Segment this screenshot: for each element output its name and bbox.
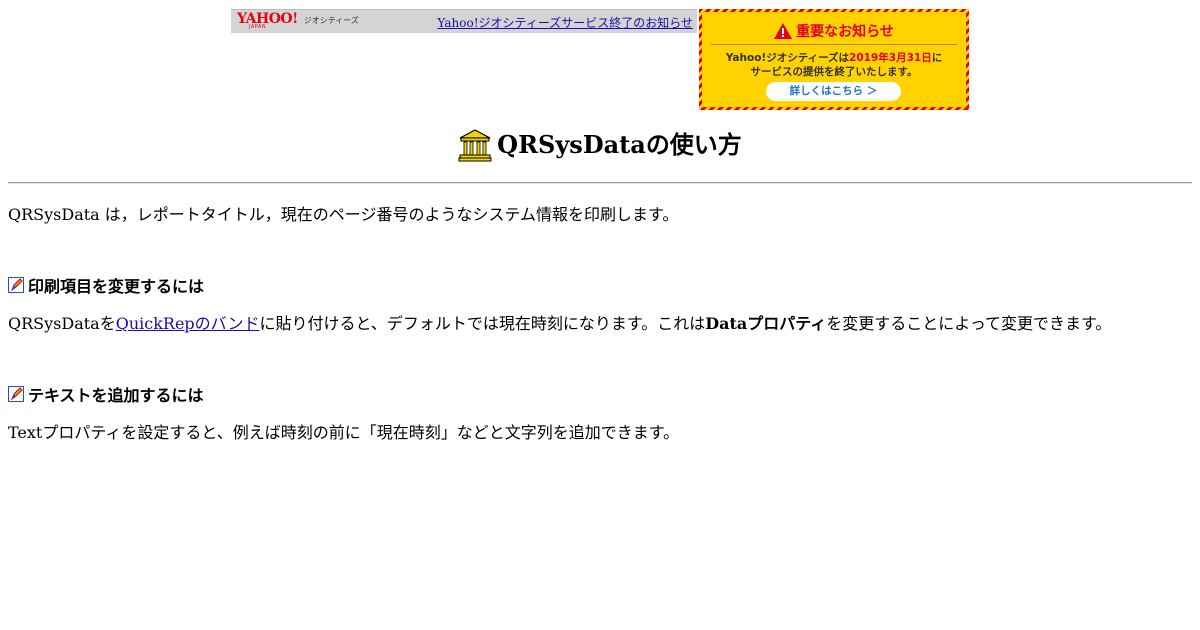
pen-icon xyxy=(8,386,24,402)
page-title-text: QRSysDataの使い方 xyxy=(497,130,742,159)
yahoo-logo-text: YAHOO! xyxy=(237,11,298,27)
notice-line1-prefix: Yahoo!ジオシティーズは xyxy=(725,52,850,64)
title-divider xyxy=(8,182,1192,184)
notice-line1-suffix: に xyxy=(931,52,943,64)
pen-icon xyxy=(8,277,24,293)
geocities-service-name: ジオシティーズ xyxy=(303,16,359,25)
service-end-notice-link[interactable]: Yahoo!ジオシティーズサービス終了のお知らせ xyxy=(437,14,693,31)
building-icon xyxy=(458,129,492,162)
details-button[interactable]: 詳しくはこちら ＞ xyxy=(766,82,901,101)
section-heading-text: 印刷項目を変更するには xyxy=(28,277,205,296)
notice-title: 重要なお知らせ xyxy=(702,21,966,41)
notice-line-1: Yahoo!ジオシティーズは2019年3月31日に xyxy=(702,51,966,65)
section-heading-text: テキストを追加するには xyxy=(28,386,204,405)
data-property-label: Dataプロパティ xyxy=(705,314,827,333)
paragraph-text-after: を変更することによって変更できます。 xyxy=(826,314,1112,333)
important-notice-banner[interactable]: 重要なお知らせ Yahoo!ジオシティーズは2019年3月31日に サービスの提… xyxy=(699,9,969,110)
warning-icon xyxy=(774,23,793,39)
geocities-bar: YAHOO! JAPAN ジオシティーズ Yahoo!ジオシティーズサービス終了… xyxy=(231,9,697,33)
notice-title-text: 重要なお知らせ xyxy=(796,24,894,40)
yahoo-logo[interactable]: YAHOO! JAPAN ジオシティーズ xyxy=(237,12,359,32)
notice-divider xyxy=(711,44,957,45)
page-title: QRSysDataの使い方 xyxy=(0,125,1200,162)
paragraph-text-middle: に貼り付けると、デフォルトでは現在時刻になります。これは xyxy=(259,314,706,333)
section-heading-add-text: テキストを追加するには xyxy=(8,382,204,406)
section-heading-change-item: 印刷項目を変更するには xyxy=(8,273,204,297)
notice-end-date: 2019年3月31日 xyxy=(849,52,932,64)
notice-inner: 重要なお知らせ Yahoo!ジオシティーズは2019年3月31日に サービスの提… xyxy=(702,12,966,107)
notice-line-2: サービスの提供を終了いたします。 xyxy=(750,66,918,78)
intro-paragraph: QRSysData は，レポートタイトル，現在のページ番号のようなシステム情報を… xyxy=(8,205,679,224)
yahoo-logo-sub: JAPAN xyxy=(249,24,267,30)
notice-body: Yahoo!ジオシティーズは2019年3月31日に サービスの提供を終了いたしま… xyxy=(702,51,966,79)
paragraph-text-before: QRSysDataを xyxy=(8,314,116,333)
section-paragraph-change-item: QRSysDataをQuickRepのバンドに貼り付けると、デフォルトでは現在時… xyxy=(8,310,1111,334)
section-paragraph-add-text: Textプロパティを設定すると、例えば時刻の前に「現在時刻」などと文字列を追加で… xyxy=(8,423,680,442)
quickrep-band-link[interactable]: QuickRepのバンド xyxy=(116,314,260,333)
